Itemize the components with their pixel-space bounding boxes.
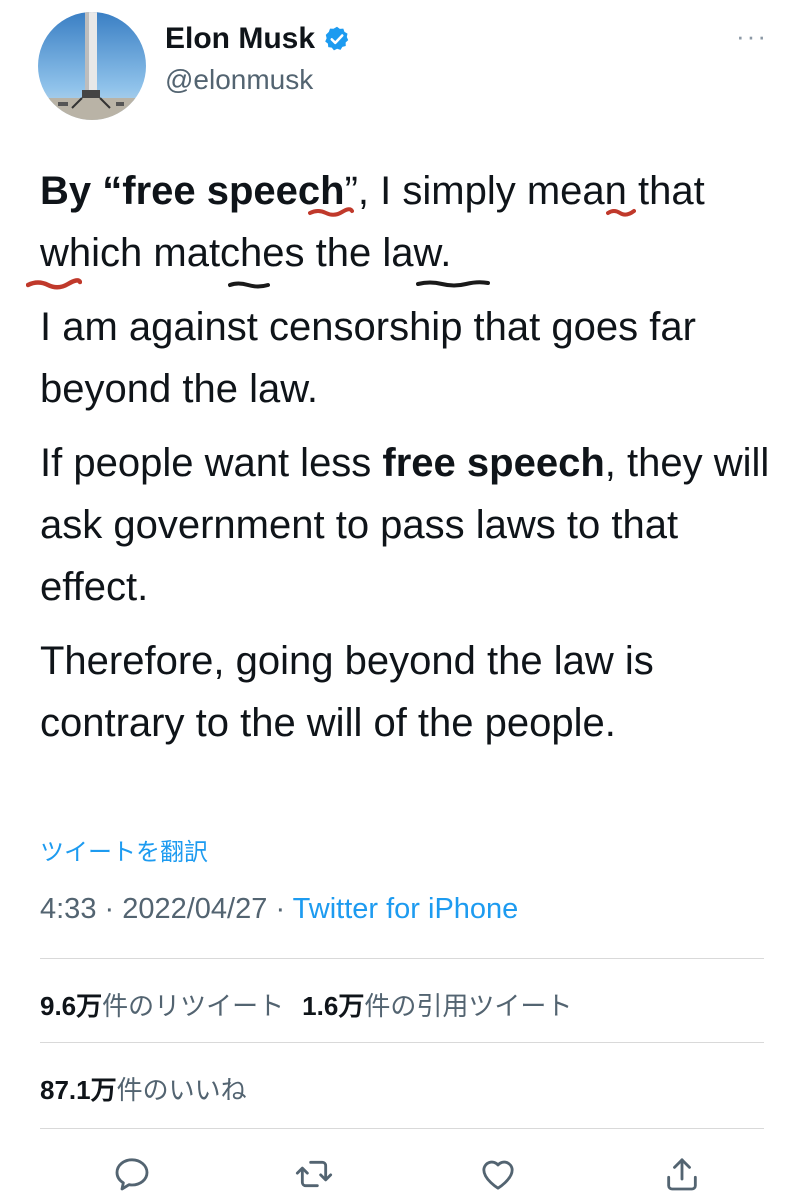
quotes-label: 件の引用ツイート <box>364 991 573 1021</box>
quotes-count: 1.6万 <box>302 991 365 1021</box>
retweets-count: 9.6万 <box>40 991 103 1021</box>
reply-icon[interactable] <box>112 1154 152 1194</box>
tweet-action-bar <box>0 1148 804 1198</box>
tweet-text: By “free speech”, I simply mean that whi… <box>40 160 770 766</box>
likes-count: 87.1万 <box>40 1075 117 1105</box>
tweet-paragraph-3-start: If people want less <box>40 441 383 485</box>
quotes-stat[interactable]: 1.6万件の引用ツイート <box>302 991 572 1021</box>
tweet-meta: 4:33 · 2022/04/27 · Twitter for iPhone <box>40 893 518 926</box>
meta-separator: · <box>267 893 293 925</box>
tweet-header: Elon Musk @elonmusk ··· <box>0 0 804 130</box>
more-options-icon[interactable]: ··· <box>736 23 768 49</box>
divider <box>40 1128 764 1129</box>
tweet-paragraph-3: If people want less free speech, they wi… <box>40 432 770 618</box>
meta-separator: · <box>96 893 123 925</box>
divider <box>40 958 764 959</box>
bold-free-speech-2: free speech <box>382 441 605 485</box>
share-icon[interactable] <box>662 1154 702 1194</box>
retweet-stats-row: 9.6万件のリツイート 1.6万件の引用ツイート <box>40 986 572 1023</box>
user-handle[interactable]: @elonmusk <box>165 64 313 96</box>
tweet-date[interactable]: 2022/04/27 <box>122 893 267 925</box>
like-icon[interactable] <box>478 1154 518 1194</box>
avatar[interactable] <box>38 12 146 120</box>
tweet-time[interactable]: 4:33 <box>40 893 96 925</box>
name-row: Elon Musk <box>165 22 351 56</box>
retweets-label: 件のリツイート <box>102 991 285 1021</box>
likes-label: 件のいいね <box>116 1075 247 1105</box>
verified-badge-icon <box>323 25 351 53</box>
retweets-stat[interactable]: 9.6万件のリツイート <box>40 991 284 1021</box>
divider <box>40 1042 764 1043</box>
likes-stat[interactable]: 87.1万件のいいね <box>40 1075 247 1105</box>
translate-link[interactable]: ツイートを翻訳 <box>40 832 208 867</box>
display-name[interactable]: Elon Musk <box>165 22 315 56</box>
tweet-source-link[interactable]: Twitter for iPhone <box>293 893 519 925</box>
bold-free-speech-1: By “free speech <box>40 169 345 213</box>
likes-stats-row: 87.1万件のいいね <box>40 1070 247 1107</box>
tweet-paragraph-4: Therefore, going beyond the law is contr… <box>40 639 654 745</box>
tweet-paragraph-2: I am against censorship that goes far be… <box>40 305 696 411</box>
tweet-paragraph-1: By “free speech”, I simply mean that whi… <box>40 160 770 284</box>
retweet-icon[interactable] <box>294 1154 334 1194</box>
